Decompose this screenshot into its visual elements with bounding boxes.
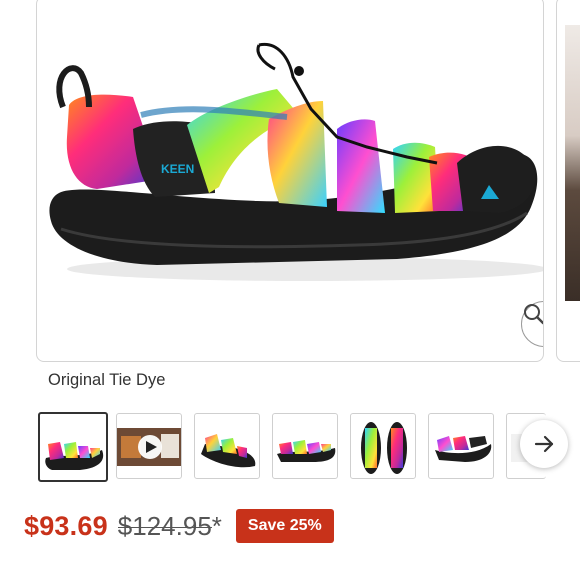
price-row: $93.69 $124.95* Save 25%: [24, 506, 334, 546]
strikethrough-line: [117, 526, 212, 529]
variant-name: Original Tie Dye: [48, 371, 166, 389]
original-price-text: $124.95*: [117, 510, 222, 541]
lifestyle-photo: [565, 25, 580, 301]
next-product-image-preview[interactable]: [556, 0, 580, 362]
magnifier-icon: [524, 304, 543, 325]
sale-price: $93.69: [24, 510, 108, 541]
next-thumbnail-button[interactable]: [520, 420, 568, 468]
thumbnail-2-video[interactable]: [116, 413, 182, 479]
thumbnail-3[interactable]: [194, 413, 260, 479]
sandal-pair-thumbnail-icon: [277, 440, 336, 462]
original-price: $124.95*: [117, 510, 222, 542]
thumbnail-1[interactable]: [38, 412, 108, 482]
thumbnail-strip: [38, 412, 546, 483]
thumbnail-5[interactable]: [350, 413, 416, 479]
thumbnail-6[interactable]: [428, 413, 494, 479]
main-product-image[interactable]: KEEN: [36, 0, 544, 362]
arrow-right-icon: [534, 435, 554, 453]
thumbnail-4[interactable]: [272, 413, 338, 479]
video-thumbnail-icon: [117, 428, 181, 466]
sandal-top-thumbnail-icon: [361, 422, 407, 474]
sandal-thumbnail-icon: [45, 442, 104, 470]
svg-text:KEEN: KEEN: [161, 162, 194, 176]
sandal-image: KEEN: [49, 42, 543, 281]
sandal-angle-thumbnail-icon: [201, 434, 256, 468]
sandal-rear-thumbnail-icon: [435, 436, 492, 462]
save-badge: Save 25%: [235, 509, 334, 543]
